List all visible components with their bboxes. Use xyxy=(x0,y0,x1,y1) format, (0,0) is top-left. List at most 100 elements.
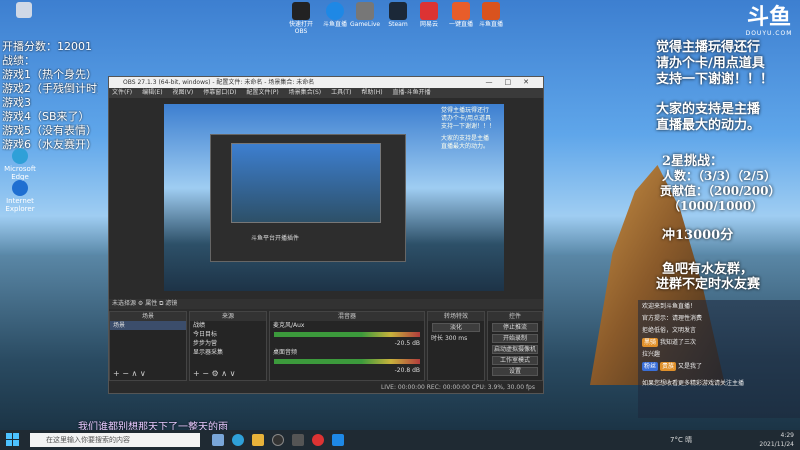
stats-line: 游戏2（手残倒计时） xyxy=(2,82,98,95)
app-taskbar-icon[interactable] xyxy=(292,434,304,446)
obs-preview[interactable]: 斗鱼平台开播插件 觉得主播玩得还行 请办个卡/用点道具 支持一下谢谢！！！ 大家… xyxy=(164,104,504,291)
obs-title: OBS 27.1.3 (64-bit, windows) - 配置文件: 未命名… xyxy=(123,79,315,86)
menu-file[interactable]: 文件(F) xyxy=(112,89,132,96)
challenge-contrib: 贡献值：（200/200） xyxy=(660,184,781,198)
duration-value[interactable]: 300 ms xyxy=(445,335,467,342)
taskbar-search[interactable]: 在这里输入你要搜索的内容 xyxy=(30,433,200,447)
stats-line: 战绩： xyxy=(2,54,35,67)
chat-panel[interactable]: 欢迎来到斗鱼直播！ 官方提示：请理性消费 拒绝低俗，文明发言 黑骑 我知道了三次 … xyxy=(638,300,800,418)
fishbar-text-1: 鱼吧有水友群， xyxy=(662,262,754,277)
menu-douyu-plugin[interactable]: 直播-斗鱼开播 xyxy=(392,89,430,96)
virtual-camera-button[interactable]: 启动虚拟摄像机 xyxy=(492,345,538,354)
task-view-icon[interactable] xyxy=(212,434,224,446)
controls-header: 控件 xyxy=(488,312,542,321)
challenge-people: 人数：（3/3）（2/5） xyxy=(662,169,777,183)
chat-badge: 黑骑 xyxy=(642,338,659,347)
edge-desktop-icon[interactable]: Microsoft Edge xyxy=(0,148,40,181)
chat-badge: 粉丝 xyxy=(642,362,659,371)
chat-notice: 如果您想收看更多精彩游戏请关注主播 xyxy=(642,380,745,387)
settings-button[interactable]: 设置 xyxy=(492,367,538,376)
chat-line: 拉兴趣 xyxy=(642,351,661,358)
transitions-dock: 转场特效 淡化 时长 300 ms xyxy=(427,311,485,381)
source-item[interactable]: 步步为营 xyxy=(190,339,266,348)
scene-tools[interactable]: + − ∧ ∨ xyxy=(113,369,146,378)
volume-meter[interactable] xyxy=(274,332,420,337)
desktop-icon-0[interactable]: 快速打开OBS xyxy=(286,2,316,35)
explorer-taskbar-icon[interactable] xyxy=(252,434,264,446)
transitions-header: 转场特效 xyxy=(428,312,484,321)
source-tools[interactable]: + − ⚙ ∧ ∨ xyxy=(193,369,235,378)
mixer-track-db: -20.8 dB xyxy=(394,367,420,374)
obs-taskbar-icon[interactable] xyxy=(272,434,284,446)
ie-icon xyxy=(12,180,28,196)
menu-edit[interactable]: 编辑(E) xyxy=(142,89,162,96)
volume-meter[interactable] xyxy=(274,359,420,364)
douyu-logo: 斗鱼 DOUYU.COM xyxy=(745,5,793,38)
stats-line: 游戏4（SB来了） xyxy=(2,110,90,123)
weather-widget[interactable]: 7°C 晴 xyxy=(670,435,692,445)
scene-item[interactable]: 场景 xyxy=(110,321,186,330)
app-icon xyxy=(482,2,500,20)
obs-titlebar[interactable]: OBS 27.1.3 (64-bit, windows) - 配置文件: 未命名… xyxy=(109,77,543,88)
desktop-icon-6[interactable]: 斗鱼直播 xyxy=(476,2,506,28)
mixer-track-name: 麦克风/Aux xyxy=(273,322,305,329)
source-item[interactable]: 显示器采集 xyxy=(190,348,266,357)
douyu-taskbar-icon[interactable] xyxy=(332,434,344,446)
window-controls[interactable]: —□✕ xyxy=(486,77,541,88)
challenge-contrib-2: （1000/1000） xyxy=(668,199,764,213)
menu-tools[interactable]: 工具(T) xyxy=(331,89,351,96)
clock[interactable]: 4:29 2021/11/24 xyxy=(759,431,794,449)
app-icon xyxy=(389,2,407,20)
support-text-5: 直播最大的动力。 xyxy=(656,118,761,133)
studio-mode-button[interactable]: 工作室模式 xyxy=(492,356,538,365)
mixer-track-name: 桌面音频 xyxy=(273,349,298,356)
desktop-icon-3[interactable]: Steam xyxy=(383,2,413,28)
sources-dock: 来源 战绩 今日目标 步步为营 显示器采集 + − ⚙ ∧ ∨ xyxy=(189,311,267,381)
desktop-icon-1[interactable]: 斗鱼直播 xyxy=(320,2,350,28)
menu-docks[interactable]: 停靠窗口(D) xyxy=(203,89,236,96)
fishbar-text-2: 进群不定时水友赛 xyxy=(656,277,761,292)
windows-logo-icon xyxy=(6,433,12,439)
nested-inner-preview xyxy=(231,143,381,223)
desktop-icon-4[interactable]: 网易云 xyxy=(414,2,444,28)
obs-window[interactable]: OBS 27.1.3 (64-bit, windows) - 配置文件: 未命名… xyxy=(108,76,544,394)
support-text-2: 请办个卡/用点道具 xyxy=(656,56,765,71)
source-item[interactable]: 战绩 xyxy=(190,321,266,330)
nested-obs-preview: 斗鱼平台开播插件 xyxy=(210,134,406,262)
support-text-1: 觉得主播玩得还行 xyxy=(656,40,761,55)
app-icon xyxy=(356,2,374,20)
source-item[interactable]: 今日目标 xyxy=(190,330,266,339)
menu-profile[interactable]: 配置文件(P) xyxy=(246,89,278,96)
stats-line: 开播分数：12001 xyxy=(2,40,92,53)
transition-select[interactable]: 淡化 xyxy=(432,323,480,332)
menu-view[interactable]: 视图(V) xyxy=(172,89,193,96)
support-text-3: 支持一下谢谢！！！ xyxy=(656,72,774,87)
app-icon xyxy=(326,2,344,20)
preview-overlay-text: 觉得主播玩得还行 请办个卡/用点道具 支持一下谢谢！！！ 大家的支持是主播 直播… xyxy=(441,107,496,150)
source-toolbar[interactable]: 未选择源 ⚙ 属性 ⧉ 滤镜 xyxy=(109,299,543,309)
netease-taskbar-icon[interactable] xyxy=(312,434,324,446)
mixer-header: 混音器 xyxy=(270,312,424,321)
app-icon xyxy=(292,2,310,20)
app-icon xyxy=(420,2,438,20)
stats-line: 游戏1（热个身先） xyxy=(2,68,97,81)
stats-line: 游戏5（没有表情） xyxy=(2,124,97,137)
sources-header: 来源 xyxy=(190,312,266,321)
ie-desktop-icon[interactable]: Internet Explorer xyxy=(0,180,40,213)
menu-help[interactable]: 帮助(H) xyxy=(361,89,382,96)
chat-line: 官方提示：请理性消费 xyxy=(642,315,703,322)
controls-dock: 控件 停止推流 开始录制 启动虚拟摄像机 工作室模式 设置 xyxy=(487,311,543,381)
stop-stream-button[interactable]: 停止推流 xyxy=(492,323,538,332)
nested-caption: 斗鱼平台开播插件 xyxy=(251,235,300,242)
support-text-4: 大家的支持是主播 xyxy=(656,102,761,117)
desktop-icon-2[interactable]: GameLive xyxy=(350,2,380,28)
edge-taskbar-icon[interactable] xyxy=(232,434,244,446)
obs-docks: 场景 场景 + − ∧ ∨ 来源 战绩 今日目标 步步为营 显示器采集 + − … xyxy=(109,311,543,381)
menu-scene-collection[interactable]: 场景集合(S) xyxy=(289,89,322,96)
chat-line: 黑骑 我知道了三次 xyxy=(642,338,697,347)
desktop-icon-5[interactable]: 一键直播 xyxy=(446,2,476,28)
start-button[interactable] xyxy=(6,433,20,447)
recycle-bin[interactable] xyxy=(4,2,44,19)
start-recording-button[interactable]: 开始录制 xyxy=(492,334,538,343)
stats-line: 游戏3 xyxy=(2,96,31,109)
